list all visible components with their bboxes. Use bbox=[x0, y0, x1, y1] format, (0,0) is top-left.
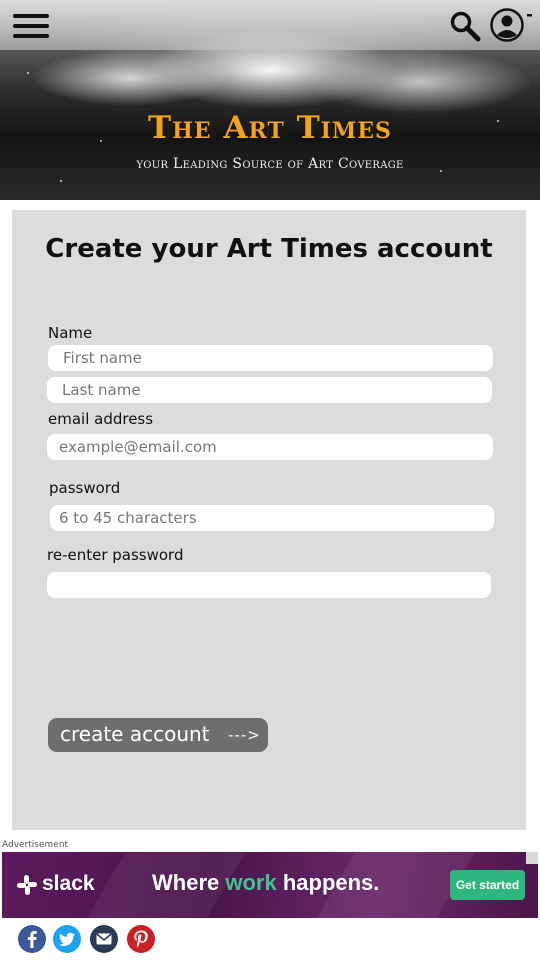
create-account-button[interactable]: create account ---> bbox=[48, 718, 268, 752]
form-title: Create your Art Times account bbox=[45, 234, 493, 264]
brand-title[interactable]: The Art Times bbox=[0, 110, 540, 146]
email-label: email address bbox=[48, 410, 154, 428]
banner-star bbox=[60, 180, 62, 182]
slack-brand: slack bbox=[42, 872, 95, 895]
email-icon[interactable] bbox=[89, 924, 119, 954]
slack-logo-icon bbox=[17, 875, 37, 895]
header-banner: The Art Times your Leading Source of Art… bbox=[0, 0, 540, 200]
first-name-input[interactable] bbox=[48, 345, 493, 371]
ad-headline-part1: Where bbox=[152, 870, 226, 895]
hamburger-menu-icon[interactable] bbox=[13, 13, 49, 41]
ad-headline-highlight: work bbox=[225, 870, 277, 895]
reenter-password-label: re-enter password bbox=[47, 546, 184, 564]
email-input[interactable] bbox=[47, 434, 493, 460]
search-icon-glyph bbox=[450, 11, 481, 42]
user-avatar-icon[interactable] bbox=[489, 6, 533, 44]
twitter-icon[interactable] bbox=[52, 924, 82, 954]
reenter-password-input[interactable] bbox=[47, 572, 491, 598]
pinterest-glyph bbox=[127, 925, 155, 953]
ad-headline-part2: happens. bbox=[276, 870, 380, 895]
email-glyph bbox=[90, 925, 118, 953]
ad-get-started-button[interactable]: Get started bbox=[450, 870, 525, 900]
pinterest-icon[interactable] bbox=[126, 924, 156, 954]
menu-line bbox=[13, 24, 49, 28]
create-account-label: create account bbox=[60, 722, 210, 746]
user-avatar-glyph bbox=[490, 8, 532, 42]
slack-ad-banner[interactable]: slack Where work happens. Get started bbox=[2, 852, 538, 918]
password-input[interactable] bbox=[50, 505, 494, 531]
search-icon[interactable] bbox=[449, 10, 481, 42]
ad-close-icon[interactable] bbox=[526, 852, 538, 864]
banner-star bbox=[27, 72, 29, 74]
last-name-input[interactable] bbox=[47, 377, 492, 403]
name-label: Name bbox=[48, 324, 93, 342]
menu-line bbox=[13, 14, 49, 18]
brand-tagline: your Leading Source of Art Coverage bbox=[136, 156, 404, 172]
ad-label: Advertisement bbox=[2, 840, 69, 850]
facebook-icon[interactable] bbox=[17, 924, 47, 954]
arrow-icon: ---> bbox=[228, 726, 261, 744]
facebook-glyph bbox=[18, 925, 46, 953]
ad-headline: Where work happens. bbox=[152, 870, 379, 896]
twitter-glyph bbox=[53, 925, 81, 953]
menu-line bbox=[13, 34, 49, 38]
create-account-panel: Create your Art Times account Name email… bbox=[12, 210, 526, 830]
password-label: password bbox=[49, 479, 121, 497]
